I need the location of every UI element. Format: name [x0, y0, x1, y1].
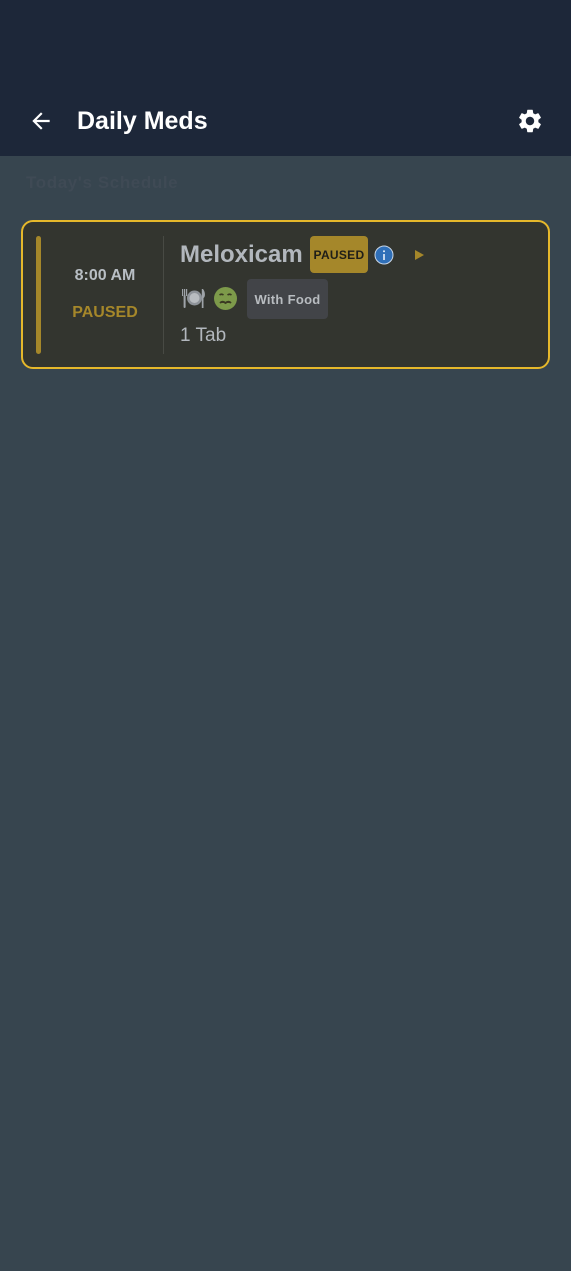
arrow-back-icon: [32, 112, 50, 130]
play-icon[interactable]: [412, 247, 426, 263]
dose-amount: 1 Tab: [180, 325, 227, 346]
time-column: 8:00 AM PAUSED: [47, 222, 163, 367]
settings-button[interactable]: [511, 102, 549, 140]
status-bar-area: [0, 0, 571, 88]
nauseated-face-icon: [214, 287, 237, 310]
dose-time: 8:00 AM: [74, 267, 136, 284]
plate-cutlery-icon: [182, 289, 205, 308]
status-accent-bar: [36, 236, 41, 354]
dose-status: PAUSED: [72, 304, 138, 321]
divider: [163, 236, 164, 354]
status-badge: PAUSED: [310, 236, 368, 273]
instruction-chip: With Food: [247, 279, 328, 319]
back-button[interactable]: [22, 102, 60, 140]
app-bar: Daily Meds: [0, 88, 571, 156]
info-icon[interactable]: [374, 245, 394, 265]
gear-icon: [519, 109, 541, 133]
section-heading: Today's Schedule: [26, 173, 179, 192]
page-title: Daily Meds: [77, 107, 208, 135]
medication-card[interactable]: 8:00 AM PAUSED Meloxicam PAUSED With Foo…: [21, 220, 550, 369]
medication-name: Meloxicam: [180, 241, 303, 268]
